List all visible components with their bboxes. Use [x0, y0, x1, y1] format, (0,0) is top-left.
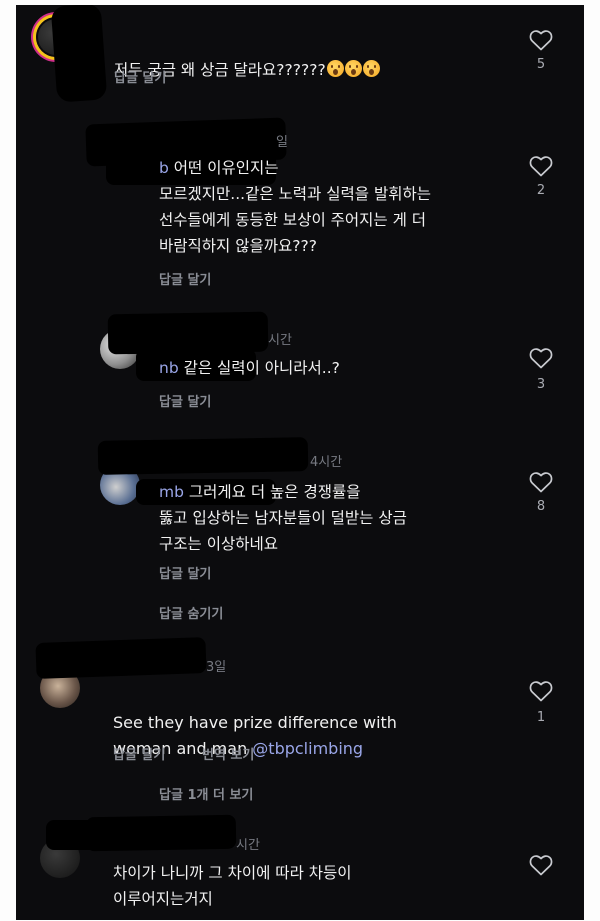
hide-replies-button[interactable]: 답글 숨기기	[159, 603, 223, 622]
like-count: 2	[536, 183, 546, 198]
translate-button[interactable]: 번역 보기	[202, 744, 254, 763]
reply-button[interactable]: 답글 달기	[114, 67, 166, 86]
comment-3: 시간 차이가 나니까 그 차이에 따라 차등이 이루어지는거지	[16, 814, 584, 920]
comment-1: 저두 궁금 왜 상금 달라요?????? 답글 달기 5	[16, 5, 584, 103]
redacted-username	[107, 311, 269, 355]
like-count: 1	[536, 710, 546, 725]
comment-text: nb 같은 실력이 아니라서..?	[159, 359, 340, 377]
like-button[interactable]	[528, 347, 554, 369]
heart-outline-icon	[529, 348, 553, 369]
redacted-username	[97, 437, 309, 475]
heart-outline-icon	[529, 156, 553, 177]
reply-button[interactable]: 답글 달기	[159, 563, 211, 582]
reply-comment-2: 시간 nb 같은 실력이 아니라서..? 답글 달기 3	[16, 305, 584, 415]
heart-outline-icon	[529, 855, 553, 876]
timestamp: 4시간	[310, 455, 343, 470]
comments-panel: 저두 궁금 왜 상금 달라요?????? 답글 달기 5 일 b 어떤 이유인지…	[16, 5, 584, 920]
comment-text: mb 그러게요 더 높은 경쟁률을 뚫고 입상하는 남자분들이 덜받는 상금 구…	[159, 483, 407, 553]
astonished-emoji-icon	[326, 60, 344, 77]
like-count: 5	[536, 57, 546, 72]
comment-text: 차이가 나니까 그 차이에 따라 차등이 이루어지는거지	[113, 864, 352, 908]
like-button[interactable]	[528, 680, 554, 702]
comment-text: b 어떤 이유인지는 모르겠지만...같은 노력과 실력을 발휘하는 선수들에게…	[159, 159, 431, 255]
timestamp: 시간	[236, 838, 260, 853]
reply-comment-3: 4시간 mb 그러게요 더 높은 경쟁률을 뚫고 입상하는 남자분들이 덜받는 …	[16, 435, 584, 625]
mention-link[interactable]: b	[159, 159, 169, 177]
like-button[interactable]	[528, 471, 554, 493]
timestamp: 3일	[206, 660, 227, 675]
redacted-username	[35, 637, 207, 679]
reply-button[interactable]: 답글 달기	[159, 269, 211, 288]
heart-outline-icon	[529, 472, 553, 493]
reply-button[interactable]: 답글 달기	[159, 391, 211, 410]
heart-outline-icon	[529, 30, 553, 51]
mention-link[interactable]: nb	[159, 359, 179, 377]
timestamp: 일	[276, 135, 288, 150]
comment-2: 3일 See they have prize difference with wo…	[16, 637, 584, 815]
astonished-emoji-icon	[362, 60, 380, 77]
reply-comment-1: 일 b 어떤 이유인지는 모르겠지만...같은 노력과 실력을 발휘하는 선수들…	[16, 115, 584, 295]
like-button[interactable]	[528, 155, 554, 177]
mention-link[interactable]: @tbpclimbing	[252, 739, 363, 758]
reply-button[interactable]: 답글 달기	[113, 744, 165, 763]
mention-link[interactable]: mb	[159, 483, 184, 501]
like-button[interactable]	[528, 29, 554, 51]
view-more-replies-button[interactable]: 답글 1개 더 보기	[159, 784, 253, 803]
timestamp: 시간	[268, 333, 292, 348]
redacted-username	[85, 814, 237, 852]
like-count: 8	[536, 499, 546, 514]
astonished-emoji-icon	[344, 60, 362, 77]
redacted-username	[50, 5, 108, 103]
like-button[interactable]	[528, 854, 554, 876]
heart-outline-icon	[529, 681, 553, 702]
like-count: 3	[536, 377, 546, 392]
